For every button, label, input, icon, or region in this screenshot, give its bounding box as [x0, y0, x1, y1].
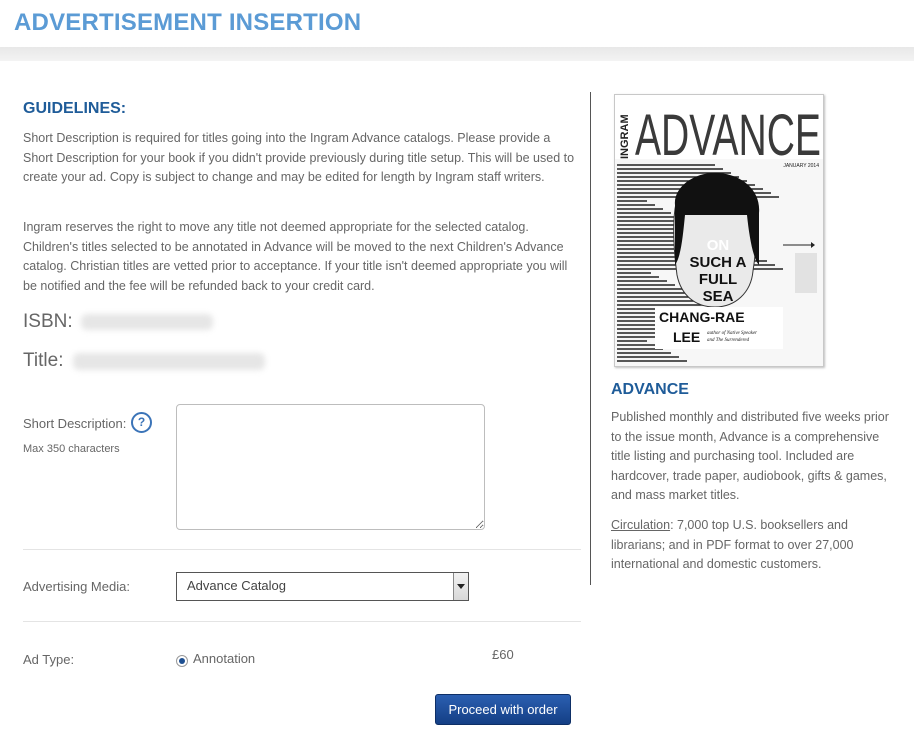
- help-icon[interactable]: ?: [131, 412, 152, 433]
- cover-author-2: LEE: [673, 329, 700, 345]
- max-characters-note: Max 350 characters: [23, 443, 120, 455]
- page-header: ADVERTISEMENT INSERTION: [0, 0, 914, 50]
- divider: [23, 549, 581, 550]
- cover-author-note-2: and The Surrendered: [707, 338, 750, 343]
- cover-brand: ADVANCE: [635, 103, 821, 168]
- isbn-label: ISBN:: [23, 311, 73, 332]
- chevron-down-icon[interactable]: [453, 573, 468, 600]
- circulation-label: Circulation: [611, 518, 671, 532]
- cover-side-brand: INGRAM: [619, 114, 631, 159]
- price-label: £60: [492, 647, 514, 662]
- advertising-media-label: Advertising Media:: [23, 579, 130, 594]
- divider: [23, 621, 581, 622]
- cover-issue: JANUARY 2014: [783, 163, 819, 169]
- short-description-label: Short Description:: [23, 416, 127, 431]
- guidelines-paragraph-2: Ingram reserves the right to move any ti…: [23, 220, 568, 293]
- cover-headline-1: ON: [707, 237, 730, 254]
- title-label: Title:: [23, 350, 64, 371]
- cover-headline-3: FULL: [699, 271, 737, 288]
- short-description-textarea[interactable]: [176, 404, 485, 530]
- cover-illustration: ON SUCH A FULL SEA CHANG-RAE LEE author …: [615, 95, 823, 366]
- advertising-media-select[interactable]: Advance Catalog: [176, 572, 469, 601]
- proceed-with-order-button[interactable]: Proceed with order: [435, 694, 571, 725]
- guidelines-paragraph-1: Short Description is required for titles…: [23, 131, 575, 184]
- cover-author-1: CHANG-RAE: [659, 309, 745, 325]
- sidebar-heading: ADVANCE: [611, 381, 689, 398]
- advance-catalog-cover: ON SUCH A FULL SEA CHANG-RAE LEE author …: [614, 94, 824, 367]
- annotation-label: Annotation: [193, 651, 256, 666]
- cover-headline-2: SUCH A: [690, 254, 747, 271]
- circulation-paragraph: Circulation: 7,000 top U.S. booksellers …: [611, 516, 901, 575]
- page-title: ADVERTISEMENT INSERTION: [14, 9, 362, 36]
- title-value-redacted: [73, 353, 265, 370]
- cover-headline-4: SEA: [703, 288, 734, 305]
- guidelines-heading: GUIDELINES:: [23, 100, 127, 117]
- sidebar-description: Published monthly and distributed five w…: [611, 410, 889, 502]
- cover-author-note-1: author of Native Speaker: [707, 331, 757, 336]
- ad-type-label: Ad Type:: [23, 652, 75, 667]
- isbn-value-redacted: [81, 314, 213, 330]
- advertising-media-selected: Advance Catalog: [187, 578, 287, 593]
- annotation-radio[interactable]: [176, 655, 188, 667]
- column-divider: [590, 92, 591, 585]
- header-divider: [0, 47, 914, 61]
